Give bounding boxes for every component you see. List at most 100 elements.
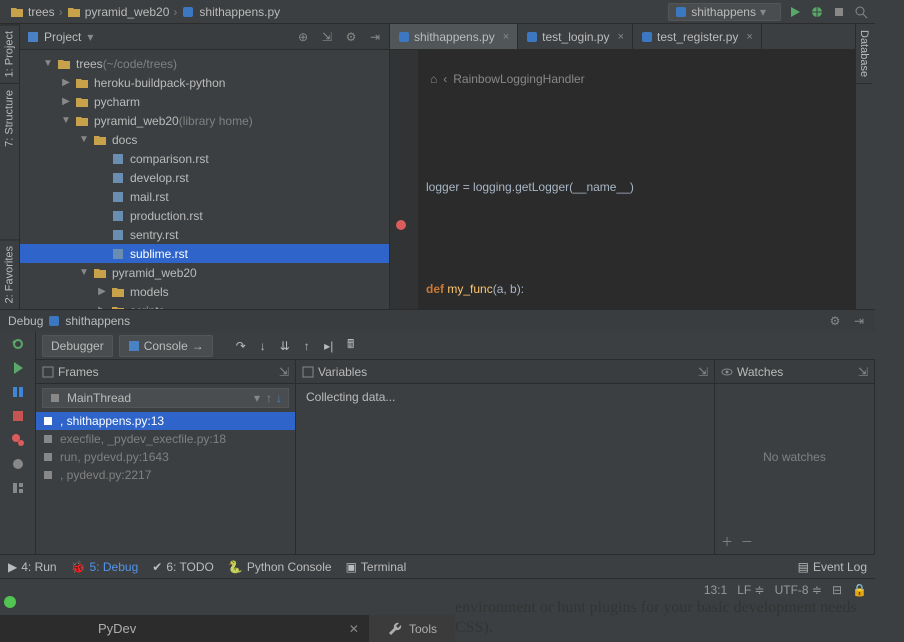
layout-button[interactable] (10, 480, 26, 496)
variables-body: Collecting data... (296, 384, 714, 410)
twisty-icon[interactable]: ▶ (58, 77, 74, 88)
line-separator[interactable]: LF ≑ (737, 583, 764, 597)
debug-button[interactable] (809, 4, 825, 20)
view-breakpoints-button[interactable] (10, 432, 26, 448)
variables-label: Variables (318, 365, 367, 379)
editor-tab[interactable]: shithappens.py× (390, 24, 518, 49)
pydev-link[interactable]: PyDev (80, 621, 154, 636)
force-step-into-icon[interactable]: ⇊ (277, 338, 293, 354)
tree-row[interactable]: ▼pyramid_web20 (library home) (20, 111, 389, 130)
stop-button[interactable] (10, 408, 26, 424)
breadcrumb-item[interactable]: pyramid_web20 (63, 5, 174, 19)
project-selector[interactable]: Project (44, 30, 81, 44)
caret-position[interactable]: 13:1 (704, 583, 727, 597)
todo-tool-tab[interactable]: ✔6: TODO (152, 560, 214, 574)
frame-row[interactable]: run, pydevd.py:1643 (36, 448, 295, 466)
tree-row[interactable]: ▼docs (20, 130, 389, 149)
tree-row[interactable]: ▶pycharm (20, 92, 389, 111)
twisty-icon[interactable]: ▼ (58, 115, 74, 126)
favorites-tool-tab[interactable]: 2: Favorites (0, 239, 19, 309)
editor-body[interactable]: ⌂‹RainbowLoggingHandler logger = logging… (390, 50, 855, 309)
folder-icon (74, 94, 90, 110)
tree-row[interactable]: develop.rst (20, 168, 389, 187)
terminal-tool-tab[interactable]: ▣Terminal (346, 560, 407, 574)
evaluate-icon[interactable]: 🖩 (343, 338, 359, 354)
twisty-icon[interactable]: ▼ (76, 267, 92, 278)
mute-breakpoints-button[interactable] (10, 456, 26, 472)
step-out-icon[interactable]: ↑ (299, 338, 315, 354)
twisty-icon[interactable]: ▼ (76, 134, 92, 145)
project-tool-tab[interactable]: 1: Project (0, 24, 19, 83)
tree-row[interactable]: ▼trees (~/code/trees) (20, 54, 389, 73)
run-config-selector[interactable]: shithappens ▾ (668, 3, 781, 21)
up-icon[interactable]: ↑ (266, 391, 272, 405)
hide-icon[interactable]: ⇥ (851, 313, 867, 329)
tools-link[interactable]: Tools (369, 615, 455, 642)
code-line[interactable]: logger = logging.getLogger(__name__) (426, 179, 855, 196)
code-line[interactable]: def my_func(a, b): (426, 281, 855, 298)
pause-button[interactable] (10, 384, 26, 400)
run-tool-tab[interactable]: ▶4: Run (8, 560, 57, 574)
hide-icon[interactable]: ⇥ (367, 29, 383, 45)
collapse-all-icon[interactable]: ⇲ (319, 29, 335, 45)
scroll-from-source-icon[interactable]: ⊕ (295, 29, 311, 45)
tree-row[interactable]: sublime.rst (20, 244, 389, 263)
frame-row[interactable]: , pydevd.py:2217 (36, 466, 295, 484)
debug-tool-tab[interactable]: 🐞5: Debug (71, 560, 139, 574)
event-log-tool-tab[interactable]: ▤Event Log (798, 560, 867, 574)
tree-row[interactable]: ▼pyramid_web20 (20, 263, 389, 282)
gear-icon[interactable]: ⚙ (343, 29, 359, 45)
frame-list[interactable]: , shithappens.py:13execfile, _pydev_exec… (36, 412, 295, 484)
twisty-icon[interactable]: ▶ (94, 286, 110, 297)
search-icon[interactable] (853, 4, 869, 20)
python-console-tool-tab[interactable]: 🐍Python Console (228, 560, 332, 574)
project-tree[interactable]: ▼trees (~/code/trees)▶heroku-buildpack-p… (20, 50, 389, 309)
tree-row[interactable]: production.rst (20, 206, 389, 225)
editor-tab[interactable]: test_login.py× (518, 24, 633, 49)
tree-row[interactable]: sentry.rst (20, 225, 389, 244)
stop-button[interactable] (831, 4, 847, 20)
python-file-icon (181, 5, 195, 19)
add-watch-button[interactable]: ＋ (721, 533, 733, 550)
twisty-icon[interactable]: ▼ (40, 58, 56, 69)
restore-layout-icon[interactable]: ⇲ (858, 365, 868, 379)
python-icon (675, 6, 687, 18)
rerun-button[interactable] (10, 336, 26, 352)
thread-selector[interactable]: MainThread ▾ ↑ ↓ (42, 388, 289, 408)
frame-row[interactable]: execfile, _pydev_execfile.py:18 (36, 430, 295, 448)
restore-layout-icon[interactable]: ⇲ (279, 365, 289, 379)
step-into-icon[interactable]: ↓ (255, 338, 271, 354)
gear-icon[interactable]: ⚙ (827, 313, 843, 329)
close-icon[interactable]: × (746, 31, 752, 43)
twisty-icon[interactable]: ▶ (58, 96, 74, 107)
tree-row[interactable]: mail.rst (20, 187, 389, 206)
editor-tab[interactable]: test_register.py× (633, 24, 762, 49)
breadcrumb-file[interactable]: shithappens.py (177, 5, 284, 19)
editor-breadcrumb[interactable]: RainbowLoggingHandler (453, 71, 584, 88)
lock-icon[interactable]: 🔒 (852, 583, 867, 597)
database-tool-tab[interactable]: Database (856, 24, 872, 84)
close-icon[interactable]: ✕ (349, 622, 369, 636)
frame-row[interactable]: , shithappens.py:13 (36, 412, 295, 430)
step-over-icon[interactable]: ↷ (233, 338, 249, 354)
breakpoint-icon[interactable] (396, 220, 406, 230)
console-tab[interactable]: Console → (119, 335, 213, 357)
tree-row[interactable]: ▶models (20, 282, 389, 301)
breadcrumb-root[interactable]: trees (6, 5, 59, 19)
file-encoding[interactable]: UTF-8 ≑ (775, 583, 822, 597)
down-icon[interactable]: ↓ (276, 391, 282, 405)
debugger-tab[interactable]: Debugger (42, 335, 113, 357)
remove-watch-button[interactable]: － (741, 533, 753, 550)
resume-button[interactable] (10, 360, 26, 376)
insert-toggle[interactable]: ⊟ (832, 583, 842, 597)
editor-gutter[interactable] (390, 50, 418, 309)
tree-row[interactable]: ▶scripts (20, 301, 389, 309)
close-icon[interactable]: × (503, 31, 509, 43)
run-to-cursor-icon[interactable]: ▸| (321, 338, 337, 354)
tree-row[interactable]: ▶heroku-buildpack-python (20, 73, 389, 92)
tree-row[interactable]: comparison.rst (20, 149, 389, 168)
close-icon[interactable]: × (618, 31, 624, 43)
structure-tool-tab[interactable]: 7: Structure (0, 83, 19, 153)
restore-layout-icon[interactable]: ⇲ (698, 365, 708, 379)
run-button[interactable] (787, 4, 803, 20)
